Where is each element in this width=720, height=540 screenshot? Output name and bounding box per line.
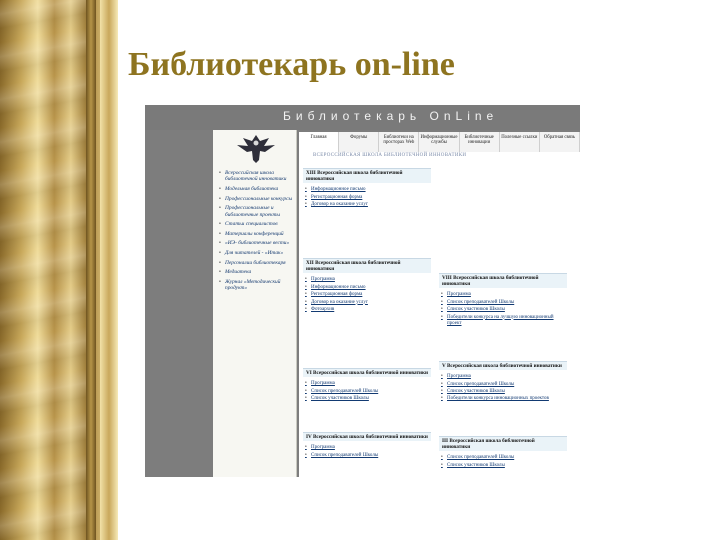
left-nav-item[interactable]: • Профессиональные конкурсы bbox=[219, 196, 299, 202]
left-nav-item[interactable]: • «ИЭ- библиотечные вести» bbox=[219, 240, 299, 246]
tab-home[interactable]: Главная bbox=[299, 132, 340, 152]
section-link[interactable]: • Программа bbox=[303, 277, 431, 283]
section-link[interactable]: • Список преподавателей Школы bbox=[303, 389, 431, 395]
left-nav-item[interactable]: • Всероссийская школа библиотечной иннова… bbox=[219, 170, 299, 183]
section-xii: XII Всероссийская школа библиотечной инн… bbox=[303, 258, 431, 314]
tab-innovations[interactable]: Библиотечные инновации bbox=[459, 132, 500, 152]
left-nav-item[interactable]: • Статьи специалистов bbox=[219, 221, 299, 227]
section-link[interactable]: • Программа bbox=[303, 381, 431, 387]
site-banner: Библиотекарь OnLine bbox=[145, 105, 580, 130]
left-nav-item[interactable]: • Материалы конференций bbox=[219, 231, 299, 237]
section-title[interactable]: VI Всероссийская школа библиотечной инно… bbox=[303, 368, 431, 378]
section-v: V Всероссийская школа библиотечной иннов… bbox=[439, 361, 567, 404]
tab-useful-links[interactable]: Полезные ссылки bbox=[499, 132, 540, 152]
site-banner-title: Библиотекарь OnLine bbox=[283, 109, 499, 123]
section-link[interactable]: • Программа bbox=[439, 292, 567, 298]
section-link[interactable]: • Список участников Школы bbox=[303, 396, 431, 402]
website-screenshot: Библиотекарь OnLine • Всероссийская школа… bbox=[145, 105, 580, 477]
section-link[interactable]: • Список преподавателей Школы bbox=[439, 382, 567, 388]
section-link[interactable]: • Информационное письмо bbox=[303, 285, 431, 291]
section-link[interactable]: • Список преподавателей Школы bbox=[439, 300, 567, 306]
tab-libraries-web[interactable]: Библиотеки на просторах Web bbox=[379, 132, 420, 152]
section-link[interactable]: • Победители конкурса на лучшую инновацио… bbox=[439, 315, 567, 327]
left-nav-item[interactable]: • Персоналии библиотекаря bbox=[219, 260, 299, 266]
section-vi: VI Всероссийская школа библиотечной инно… bbox=[303, 368, 431, 403]
section-xiii: XIII Всероссийская школа библиотечной ин… bbox=[303, 168, 431, 210]
left-nav-item[interactable]: • Профессиональные и библиотечные проекты bbox=[219, 205, 299, 218]
content-header: ВСЕРОССИЙСКАЯ ШКОЛА БИБЛИОТЕЧНОЙ ИННОВАТ… bbox=[313, 153, 467, 158]
section-title[interactable]: III Всероссийская школа библиотечной инн… bbox=[439, 436, 567, 452]
section-link[interactable]: • Регистрационная форма bbox=[303, 292, 431, 298]
section-link[interactable]: • Информационное письмо bbox=[303, 187, 431, 193]
section-link[interactable]: • Регистрационная форма bbox=[303, 195, 431, 201]
section-iv: IV Всероссийская школа библиотечной инно… bbox=[303, 432, 431, 460]
decorative-gold-border bbox=[0, 0, 118, 540]
section-link[interactable]: • Договор на оказание услуг bbox=[303, 300, 431, 306]
section-title[interactable]: IV Всероссийская школа библиотечной инно… bbox=[303, 432, 431, 442]
section-title[interactable]: XII Всероссийская школа библиотечной инн… bbox=[303, 258, 431, 274]
section-link[interactable]: • Договор на оказание услуг bbox=[303, 202, 431, 208]
left-nav-list: • Всероссийская школа библиотечной иннова… bbox=[219, 170, 299, 295]
section-link[interactable]: • Программа bbox=[303, 445, 431, 451]
section-link[interactable]: • Список участников Школы bbox=[439, 307, 567, 313]
section-link[interactable]: • Победители конкурса инновационных проек… bbox=[439, 396, 567, 402]
left-nav-item[interactable]: • Для читателей - «Итак» bbox=[219, 250, 299, 256]
section-link[interactable]: • Фотоархив bbox=[303, 307, 431, 313]
section-viii: VIII Всероссийская школа библиотечной ин… bbox=[439, 273, 567, 328]
left-nav-item[interactable]: • Модельная библиотека bbox=[219, 186, 299, 192]
section-link[interactable]: • Список участников Школы bbox=[439, 463, 567, 469]
top-tabs: Главная Форумы Библиотеки на просторах W… bbox=[299, 132, 580, 152]
section-title[interactable]: V Всероссийская школа библиотечной иннов… bbox=[439, 361, 567, 371]
left-nav-item[interactable]: • Медиатека bbox=[219, 269, 299, 275]
left-nav-item[interactable]: • Журнал «Методический продукт» bbox=[219, 279, 299, 292]
main-content: ВСЕРОССИЙСКАЯ ШКОЛА БИБЛИОТЕЧНОЙ ИННОВАТ… bbox=[299, 152, 580, 477]
section-link[interactable]: • Список преподавателей Школы bbox=[439, 455, 567, 461]
section-link[interactable]: • Список преподавателей Школы bbox=[303, 453, 431, 459]
section-iii: III Всероссийская школа библиотечной инн… bbox=[439, 436, 567, 470]
section-title[interactable]: XIII Всероссийская школа библиотечной ин… bbox=[303, 168, 431, 184]
left-sidebar: • Всероссийская школа библиотечной иннова… bbox=[213, 130, 297, 477]
section-title[interactable]: VIII Всероссийская школа библиотечной ин… bbox=[439, 273, 567, 289]
section-link[interactable]: • Программа bbox=[439, 374, 567, 380]
tab-info-services[interactable]: Информационные службы bbox=[419, 132, 460, 152]
slide-title: Библиотекарь on-line bbox=[128, 46, 455, 83]
section-link[interactable]: • Список участников Школы bbox=[439, 389, 567, 395]
tab-forums[interactable]: Форумы bbox=[339, 132, 380, 152]
eagle-emblem-icon bbox=[237, 135, 275, 163]
tab-feedback[interactable]: Обратная связь bbox=[539, 132, 580, 152]
